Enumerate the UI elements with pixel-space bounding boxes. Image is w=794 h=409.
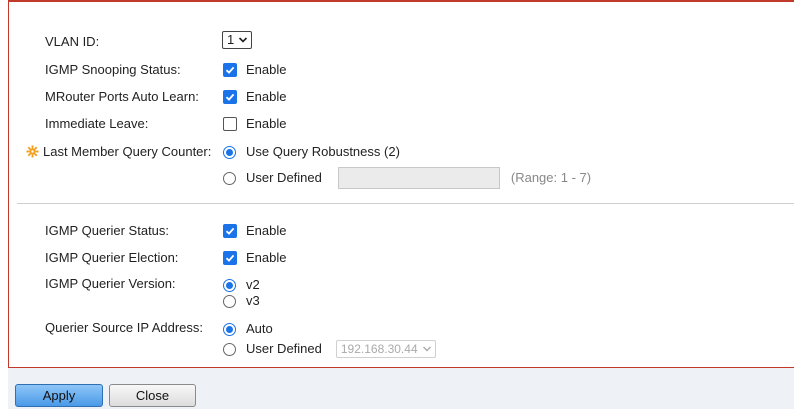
source-ip-user-defined-option: User Defined [246, 341, 322, 356]
mrouter-auto-learn-checkbox[interactable] [223, 90, 237, 104]
snooping-status-option: Enable [246, 62, 287, 77]
querier-status-label: IGMP Querier Status: [45, 223, 170, 238]
source-ip-user-defined-radio[interactable] [223, 342, 236, 356]
last-member-query-label: Last Member Query Counter: [43, 144, 212, 159]
use-query-robustness-radio[interactable] [223, 145, 236, 159]
required-star-icon [26, 145, 39, 158]
source-ip-auto-radio[interactable] [223, 322, 236, 336]
last-member-query-label-wrap: Last Member Query Counter: [26, 141, 211, 163]
querier-status-checkbox[interactable] [223, 224, 237, 238]
section-divider [17, 203, 794, 204]
chevron-down-icon [239, 37, 248, 43]
apply-button[interactable]: Apply [15, 384, 103, 407]
vlan-id-label: VLAN ID: [45, 34, 100, 49]
snooping-status-checkbox[interactable] [223, 63, 237, 77]
button-bar: Apply Close [8, 368, 794, 409]
vlan-id-value: 1 [227, 32, 235, 47]
checkmark-icon [225, 66, 235, 74]
querier-election-checkbox[interactable] [223, 251, 237, 265]
immediate-leave-checkbox[interactable] [223, 117, 237, 131]
last-member-user-defined-radio[interactable] [223, 171, 236, 185]
querier-source-ip-label: Querier Source IP Address: [45, 320, 204, 335]
checkmark-icon [225, 254, 235, 262]
mrouter-auto-learn-option: Enable [246, 89, 287, 104]
querier-election-label: IGMP Querier Election: [45, 250, 179, 265]
last-member-counter-input[interactable] [337, 167, 500, 189]
source-ip-value: 192.168.30.44 [340, 342, 418, 356]
chevron-down-icon [422, 346, 431, 352]
igmp-settings-panel: VLAN ID: 1 IGMP Snooping Status: Enable … [8, 0, 794, 368]
last-member-user-defined-option: User Defined [246, 170, 322, 185]
querier-version-v3-option: v3 [246, 293, 260, 308]
source-ip-auto-option: Auto [246, 321, 273, 336]
snooping-status-label: IGMP Snooping Status: [45, 62, 181, 77]
vlan-id-select[interactable]: 1 [222, 31, 253, 49]
last-member-range-hint: (Range: 1 - 7) [510, 170, 592, 185]
querier-status-option: Enable [246, 223, 287, 238]
querier-election-option: Enable [246, 250, 287, 265]
immediate-leave-label: Immediate Leave: [45, 116, 149, 131]
checkmark-icon [225, 93, 235, 101]
mrouter-auto-learn-label: MRouter Ports Auto Learn: [45, 89, 199, 104]
immediate-leave-option: Enable [246, 116, 287, 131]
querier-version-label: IGMP Querier Version: [45, 276, 176, 291]
source-ip-select[interactable]: 192.168.30.44 [335, 340, 436, 358]
use-query-robustness-option: Use Query Robustness (2) [246, 144, 400, 159]
checkmark-icon [225, 227, 235, 235]
close-button[interactable]: Close [109, 384, 196, 407]
querier-version-v3-radio[interactable] [223, 294, 236, 308]
